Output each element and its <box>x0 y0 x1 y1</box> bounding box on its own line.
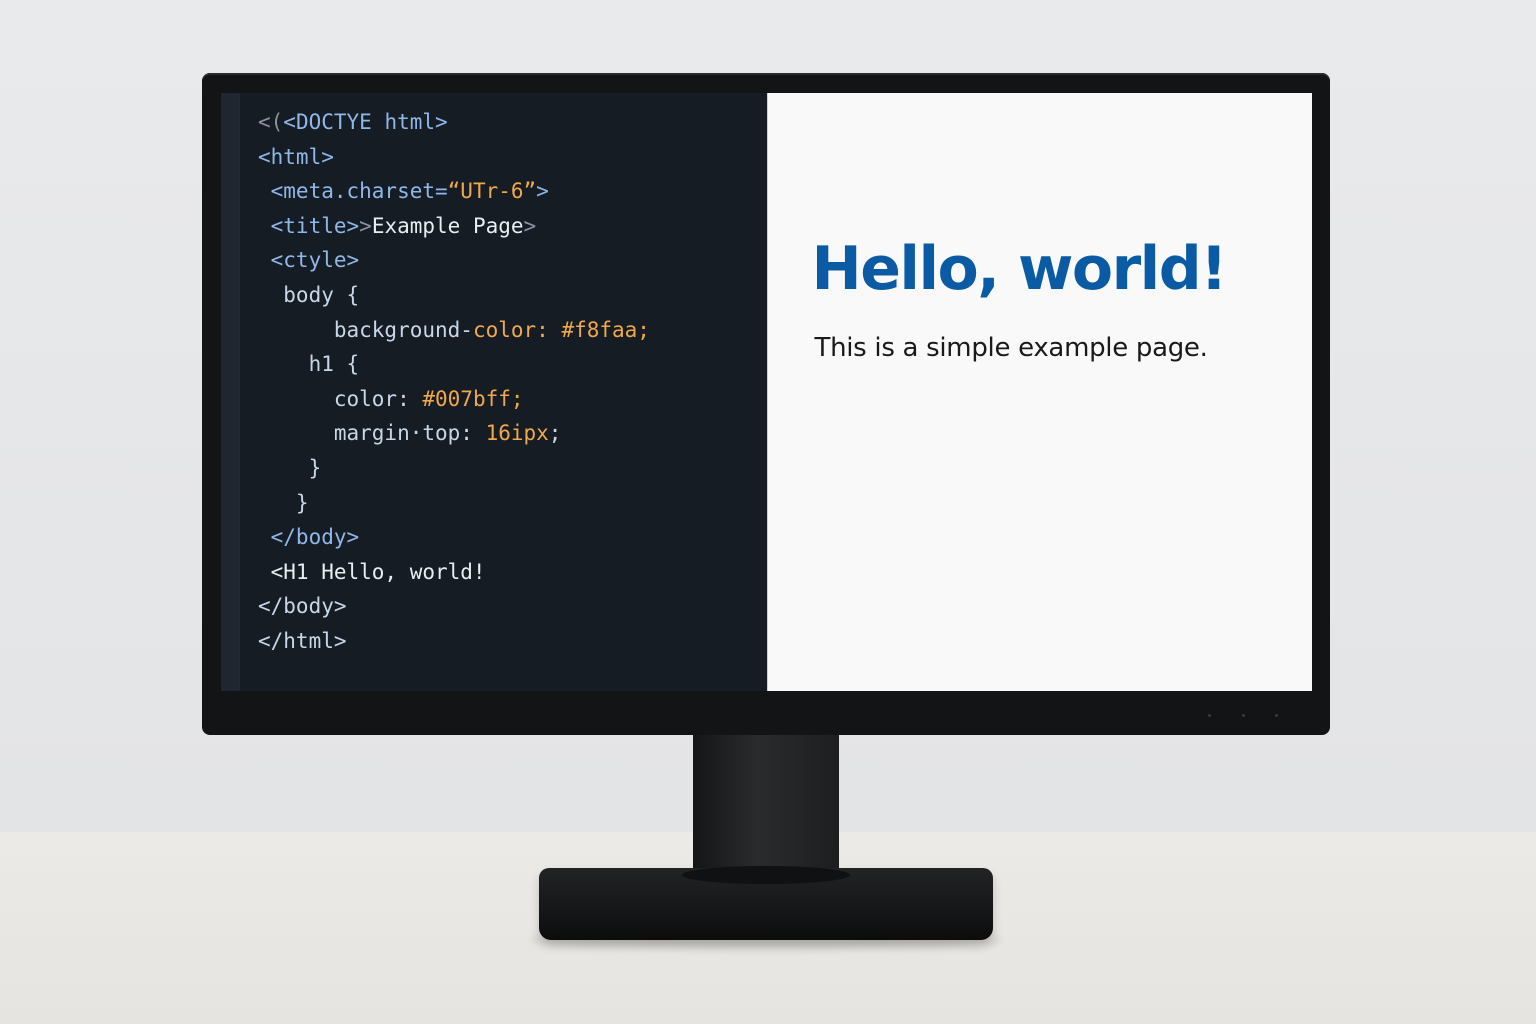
code-token: #007bff; <box>422 386 524 411</box>
code-token: 16ipx <box>485 421 549 446</box>
code-token: body { <box>258 282 360 307</box>
code-line[interactable]: </body> <box>258 520 650 555</box>
code-line[interactable]: <(<DOCTYE html> <box>258 105 650 140</box>
code-line[interactable]: <ctyle> <box>258 243 650 278</box>
code-line[interactable]: <html> <box>258 140 650 175</box>
code-token: h1 { <box>258 352 360 377</box>
code-token: > <box>536 179 549 204</box>
code-line[interactable]: } <box>258 486 650 521</box>
code-line[interactable]: color: #007bff; <box>258 382 650 417</box>
code-token: color: <box>472 317 562 342</box>
code-token: <DOCTYE html> <box>283 110 448 134</box>
monitor-stand-collar <box>682 866 850 884</box>
status-light <box>1275 714 1278 717</box>
code-line[interactable]: h1 { <box>258 347 650 382</box>
preview-paragraph: This is a simple example page. <box>814 333 1208 363</box>
status-light <box>1241 714 1245 717</box>
code-token: margin·top: <box>258 421 486 446</box>
editor-gutter <box>221 93 240 691</box>
code-token: <title> <box>258 213 360 238</box>
code-token: </body> <box>258 594 347 619</box>
code-editor-pane[interactable]: <(<DOCTYE html> <html> <meta.charset=“UTr… <box>221 93 767 691</box>
code-token: > <box>359 213 372 238</box>
status-light <box>1208 714 1211 717</box>
code-token: } <box>258 455 322 480</box>
code-token: #f8faa; <box>561 317 650 342</box>
preview-heading: Hello, world! <box>811 234 1228 304</box>
code-line[interactable]: </html> <box>258 624 650 659</box>
code-token: </html> <box>258 628 347 653</box>
code-token: <ctyle> <box>258 248 360 273</box>
code-token: > <box>523 213 537 238</box>
code-line[interactable]: margin·top: 16ipx; <box>258 416 650 451</box>
code-line[interactable]: <meta.charset=“UTr-6”> <box>258 174 650 209</box>
code-token: “UTr-6” <box>447 179 537 204</box>
code-token: <H1 Hello, world! <box>258 559 486 584</box>
code-line[interactable]: </body> <box>258 589 650 624</box>
code-line[interactable]: background-color: #f8faa; <box>258 313 650 348</box>
code-token: } <box>258 490 309 515</box>
code-token: <meta.charset= <box>258 179 448 204</box>
code-line[interactable]: } <box>258 451 650 486</box>
code-token: ; <box>548 421 562 446</box>
monitor-status-lights <box>1208 714 1278 718</box>
code-line[interactable]: <H1 Hello, world! <box>258 555 650 590</box>
code-token: <html> <box>258 144 334 169</box>
code-token: <( <box>258 110 284 134</box>
code-token: Example Page <box>371 213 524 238</box>
code-token: background- <box>258 317 473 342</box>
code-content[interactable]: <(<DOCTYE html> <html> <meta.charset=“UTr… <box>258 105 650 659</box>
code-line[interactable]: <title>>Example Page> <box>258 209 650 244</box>
monitor-stand-neck <box>693 730 839 880</box>
code-token: </body> <box>258 525 360 550</box>
code-token: color: <box>258 386 423 411</box>
browser-preview-pane: Hello, world! This is a simple example p… <box>766 93 1312 691</box>
code-line[interactable]: body { <box>258 278 650 313</box>
monitor-screen: <(<DOCTYE html> <html> <meta.charset=“UTr… <box>221 93 1312 691</box>
